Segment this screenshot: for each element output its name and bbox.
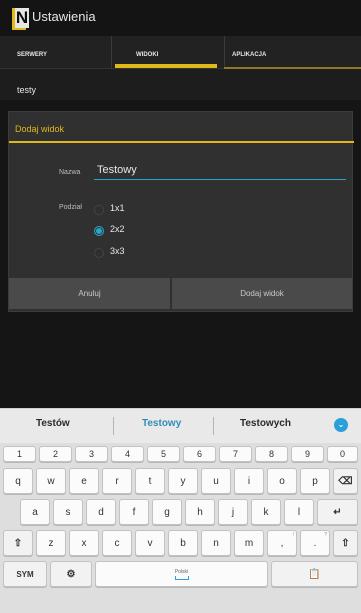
clipboard-icon: 📋 xyxy=(308,568,321,580)
key-v[interactable]: v xyxy=(135,530,165,556)
key-3[interactable]: 3 xyxy=(75,446,108,462)
shift-key-right[interactable]: ⇧ xyxy=(333,530,358,556)
settings-key[interactable]: ⚙ xyxy=(50,561,92,587)
key-s[interactable]: s xyxy=(53,499,83,525)
key-p[interactable]: p xyxy=(300,468,330,494)
cancel-button[interactable]: Anuluj xyxy=(9,278,170,309)
key-w[interactable]: w xyxy=(36,468,66,494)
key-f[interactable]: f xyxy=(119,499,149,525)
key-comma-label: , xyxy=(280,537,284,549)
key-7[interactable]: 7 xyxy=(219,446,252,462)
split-option-3x3[interactable]: 3x3 xyxy=(94,246,164,262)
split-option-1x1[interactable]: 1x1 xyxy=(94,203,164,219)
action-bar: N Ustawienia xyxy=(0,0,361,36)
key-i[interactable]: i xyxy=(234,468,264,494)
shift-icon: ⇧ xyxy=(341,537,350,549)
suggestion-item-highlighted[interactable]: Testowy xyxy=(142,418,181,429)
backspace-icon: ⌫ xyxy=(338,475,353,487)
space-key[interactable]: Polski xyxy=(95,561,268,587)
key-u[interactable]: u xyxy=(201,468,231,494)
suggestion-item[interactable]: Testowych xyxy=(240,418,291,429)
split-option-label: 1x1 xyxy=(110,203,125,213)
key-z[interactable]: z xyxy=(36,530,66,556)
key-d[interactable]: d xyxy=(86,499,116,525)
gear-icon: ⚙ xyxy=(66,568,76,580)
split-option-2x2[interactable]: 2x2 xyxy=(94,224,164,240)
key-9[interactable]: 9 xyxy=(291,446,324,462)
enter-key[interactable]: ↵ xyxy=(317,499,358,525)
sym-key[interactable]: SYM xyxy=(3,561,47,587)
add-view-button[interactable]: Dodaj widok xyxy=(172,278,352,309)
key-e[interactable]: e xyxy=(69,468,99,494)
list-item-label: testy xyxy=(17,85,37,95)
key-l[interactable]: l xyxy=(284,499,314,525)
tab-indicator-active xyxy=(115,64,217,68)
key-c[interactable]: c xyxy=(102,530,132,556)
key-b[interactable]: b xyxy=(168,530,198,556)
radio-icon xyxy=(94,248,104,258)
chevron-down-icon[interactable]: ⌄ xyxy=(334,418,348,432)
suggestion-item[interactable]: Testów xyxy=(36,418,70,429)
key-g[interactable]: g xyxy=(152,499,182,525)
dialog-title-divider xyxy=(9,141,354,143)
radio-selected-icon xyxy=(94,226,104,236)
enter-icon: ↵ xyxy=(333,506,342,518)
key-r[interactable]: r xyxy=(102,468,132,494)
clipboard-key[interactable]: 📋 xyxy=(271,561,358,587)
name-field[interactable] xyxy=(94,160,346,180)
key-o[interactable]: o xyxy=(267,468,297,494)
app-logo-letter: N xyxy=(15,8,29,28)
key-4[interactable]: 4 xyxy=(111,446,144,462)
key-period-alt: ? xyxy=(324,532,327,538)
key-n[interactable]: n xyxy=(201,530,231,556)
key-1[interactable]: 1 xyxy=(3,446,36,462)
page-title: Ustawienia xyxy=(32,9,96,24)
key-y[interactable]: y xyxy=(168,468,198,494)
shift-icon: ⇧ xyxy=(13,537,23,549)
key-8[interactable]: 8 xyxy=(255,446,288,462)
split-option-label: 2x2 xyxy=(110,224,125,234)
tab-application[interactable]: APLIKACJA xyxy=(224,36,361,69)
radio-icon xyxy=(94,205,104,215)
suggestion-divider xyxy=(213,417,214,435)
split-option-label: 3x3 xyxy=(110,246,125,256)
suggestion-divider xyxy=(113,417,114,435)
key-a[interactable]: a xyxy=(20,499,50,525)
dialog-title: Dodaj widok xyxy=(15,124,65,134)
key-6[interactable]: 6 xyxy=(183,446,216,462)
key-j[interactable]: j xyxy=(218,499,248,525)
key-comma[interactable]: , ! xyxy=(267,530,297,556)
key-m[interactable]: m xyxy=(234,530,264,556)
key-x[interactable]: x xyxy=(69,530,99,556)
key-5[interactable]: 5 xyxy=(147,446,180,462)
backspace-key[interactable]: ⌫ xyxy=(333,468,358,494)
split-label: Podział xyxy=(59,204,82,211)
shift-key[interactable]: ⇧ xyxy=(3,530,33,556)
key-period[interactable]: . ? xyxy=(300,530,330,556)
key-0[interactable]: 0 xyxy=(327,446,358,462)
key-q[interactable]: q xyxy=(3,468,33,494)
soft-keyboard: 1 2 3 4 5 6 7 8 9 0 q w e r t y u i o p … xyxy=(0,443,361,613)
space-key-label: Polski xyxy=(174,568,189,575)
name-label: Nazwa xyxy=(59,169,81,176)
key-comma-alt: ! xyxy=(292,532,294,538)
key-k[interactable]: k xyxy=(251,499,281,525)
key-period-label: . xyxy=(313,537,317,549)
tab-servers[interactable]: SERWERY xyxy=(17,36,110,69)
key-h[interactable]: h xyxy=(185,499,215,525)
suggestion-strip: Testów Testowy Testowych ⌄ xyxy=(0,408,361,443)
app-logo[interactable]: N xyxy=(12,8,29,30)
space-bar-icon xyxy=(174,575,189,580)
key-2[interactable]: 2 xyxy=(39,446,72,462)
key-t[interactable]: t xyxy=(135,468,165,494)
